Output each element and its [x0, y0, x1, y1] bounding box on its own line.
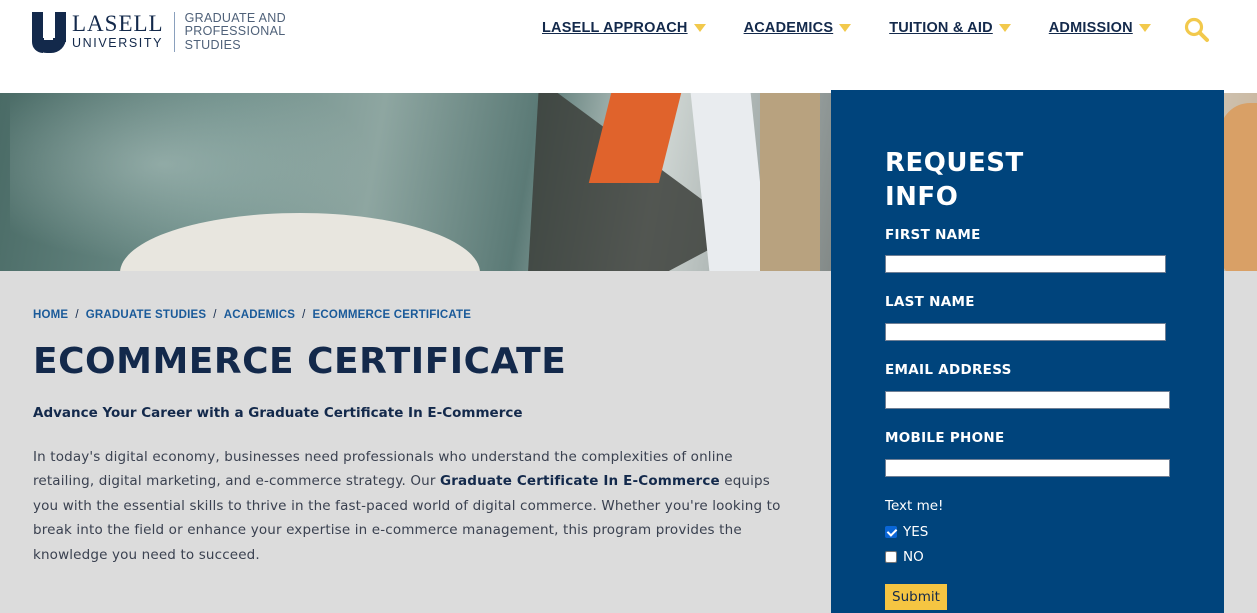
nav-label: ADMISSION [1048, 20, 1133, 36]
logo-divider [173, 12, 175, 52]
breadcrumb-home[interactable]: HOME [33, 309, 68, 321]
logo-name: LASELL [72, 11, 164, 36]
request-info-title-line2: INFO [885, 182, 959, 212]
breadcrumb-separator: / [75, 309, 79, 321]
email-label: EMAIL ADDRESS [885, 362, 1012, 378]
page-title: ECOMMERCE CERTIFICATE [33, 341, 567, 382]
logo-subtitle: GRADUATE AND PROFESSIONAL STUDIES [184, 10, 286, 52]
caret-down-icon [839, 24, 852, 32]
breadcrumb-graduate-studies[interactable]: GRADUATE STUDIES [86, 309, 207, 321]
mobile-phone-input[interactable] [885, 459, 1170, 477]
site-header: LASELL UNIVERSITY GRADUATE AND PROFESSIO… [0, 0, 1257, 93]
intro-text-bold: Graduate Certificate In E-Commerce [439, 473, 720, 490]
nav-admission[interactable]: ADMISSION [1049, 18, 1151, 38]
caret-down-icon [998, 24, 1011, 32]
nav-tuition-aid[interactable]: TUITION & AID [889, 18, 1011, 38]
mobile-phone-label: MOBILE PHONE [885, 430, 1005, 446]
nav-label: LASELL APPROACH [542, 20, 688, 36]
lasell-logo[interactable]: LASELL UNIVERSITY GRADUATE AND PROFESSIO… [32, 10, 305, 54]
lead-heading: Advance Your Career with a Graduate Cert… [33, 405, 523, 421]
breadcrumb-current[interactable]: ECOMMERCE CERTIFICATE [313, 309, 472, 321]
breadcrumb: HOME / GRADUATE STUDIES / ACADEMICS / EC… [33, 309, 471, 321]
request-info-title-line1: REQUEST [885, 148, 1024, 178]
text-me-yes-option[interactable]: YES [885, 524, 928, 540]
submit-button[interactable]: Submit [885, 584, 947, 610]
request-info-title: REQUEST INFO [885, 146, 1024, 214]
email-input[interactable] [885, 391, 1170, 409]
nav-label: ACADEMICS [743, 20, 834, 36]
first-name-label: FIRST NAME [885, 227, 981, 243]
intro-paragraph: In today's digital economy, businesses n… [33, 445, 793, 567]
caret-down-icon [693, 24, 706, 32]
search-icon [1184, 17, 1209, 42]
first-name-input[interactable] [885, 255, 1166, 273]
yes-label: YES [903, 524, 929, 540]
main-nav: LASELL APPROACH ACADEMICS TUITION & AID … [542, 18, 1151, 38]
no-label: NO [903, 549, 924, 565]
last-name-input[interactable] [885, 323, 1166, 341]
caret-down-icon [1138, 24, 1151, 32]
breadcrumb-separator: / [213, 309, 217, 321]
breadcrumb-academics[interactable]: ACADEMICS [224, 309, 295, 321]
breadcrumb-separator: / [302, 309, 306, 321]
search-button[interactable] [1183, 16, 1211, 44]
nav-academics[interactable]: ACADEMICS [744, 18, 852, 38]
no-checkbox[interactable] [885, 551, 897, 563]
lasell-u-mark-icon [32, 11, 66, 53]
logo-university: UNIVERSITY [72, 36, 164, 50]
last-name-label: LAST NAME [885, 294, 975, 310]
nav-lasell-approach[interactable]: LASELL APPROACH [542, 18, 706, 38]
nav-label: TUITION & AID [889, 20, 993, 36]
text-me-no-option[interactable]: NO [885, 549, 924, 565]
request-info-panel: REQUEST INFO FIRST NAME LAST NAME EMAIL … [831, 90, 1224, 613]
yes-checkbox[interactable] [885, 526, 897, 538]
text-me-label: Text me! [885, 498, 944, 514]
